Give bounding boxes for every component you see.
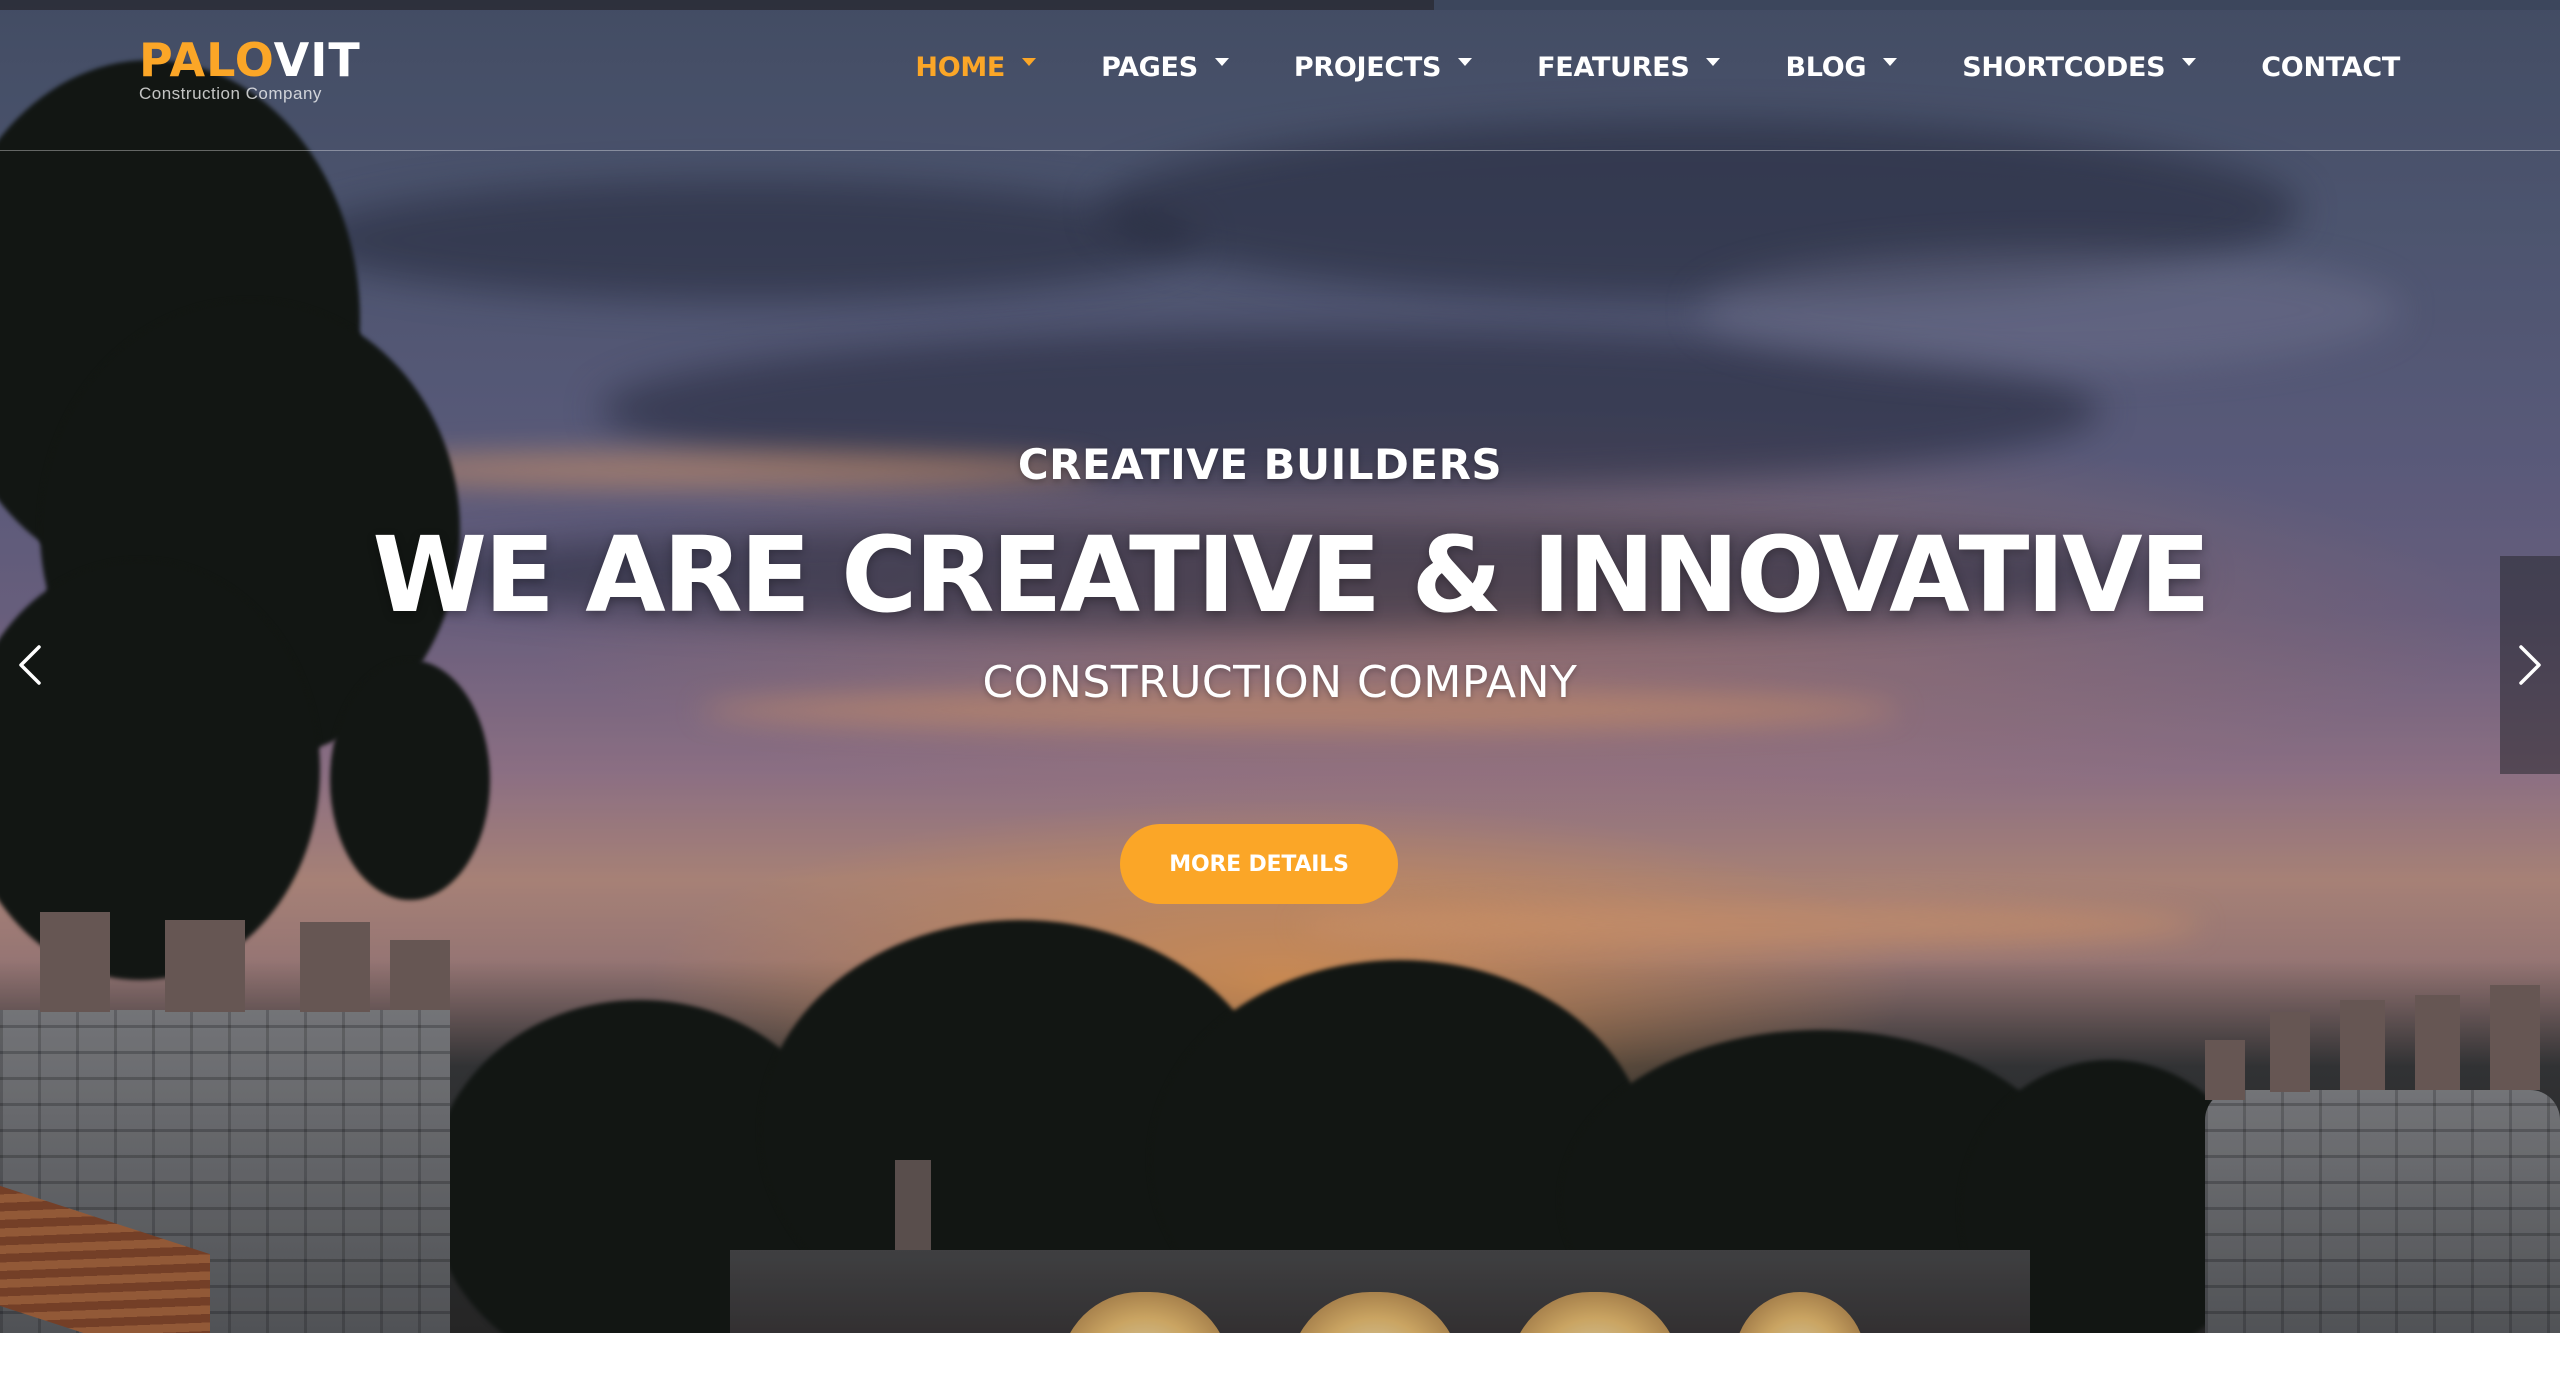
hero-caption: CREATIVE BUILDERS WE ARE CREATIVE & INNO… <box>0 440 2520 708</box>
prev-slide-button[interactable] <box>10 630 50 700</box>
nav-item-pages[interactable]: PAGES <box>1101 52 1229 83</box>
caret-down-icon <box>2182 57 2197 66</box>
caret-down-icon <box>1458 57 1473 66</box>
nav-label: SHORTCODES <box>1962 52 2166 83</box>
chevron-right-icon <box>2519 645 2541 685</box>
logo-wordmark-rest: VIT <box>273 33 361 87</box>
nav-label: CONTACT <box>2261 52 2400 83</box>
nav-label: FEATURES <box>1537 52 1690 83</box>
nav-item-home[interactable]: HOME <box>915 52 1037 83</box>
nav-item-features[interactable]: FEATURES <box>1537 52 1721 83</box>
hero-pretitle: CREATIVE BUILDERS <box>1017 440 1503 489</box>
nav-item-projects[interactable]: PROJECTS <box>1293 52 1473 83</box>
hero-headline: WE ARE CREATIVE & INNOVATIVE <box>372 514 2210 636</box>
caret-down-icon <box>1214 57 1229 66</box>
nav-item-blog[interactable]: BLOG <box>1785 52 1898 83</box>
logo-tagline: Construction Company <box>139 84 322 103</box>
hero-subtitle: CONSTRUCTION COMPANY <box>982 657 1578 708</box>
nav-label: PAGES <box>1101 52 1198 83</box>
caret-down-icon <box>1883 57 1898 66</box>
logo[interactable]: PALOVIT Construction Company <box>139 34 361 104</box>
nav-item-contact[interactable]: CONTACT <box>2261 52 2400 83</box>
logo-wordmark-accent: PALO <box>139 33 274 87</box>
site-header: PALOVIT Construction Company HOME PAGES … <box>0 0 2560 151</box>
nav-label: PROJECTS <box>1293 52 1442 83</box>
caret-down-icon <box>1706 57 1721 66</box>
caret-down-icon <box>1022 57 1037 66</box>
nav-label: HOME <box>915 52 1006 83</box>
chevron-left-icon <box>19 645 41 685</box>
main-nav: HOME PAGES PROJECTS FEATURES BLOG SHORTC… <box>915 52 2400 83</box>
next-slide-button[interactable] <box>2500 556 2560 774</box>
nav-item-shortcodes[interactable]: SHORTCODES <box>1962 52 2197 83</box>
nav-label: BLOG <box>1785 52 1867 83</box>
more-details-button[interactable]: MORE DETAILS <box>1120 824 1398 904</box>
logo-wordmark: PALOVIT <box>139 34 361 86</box>
